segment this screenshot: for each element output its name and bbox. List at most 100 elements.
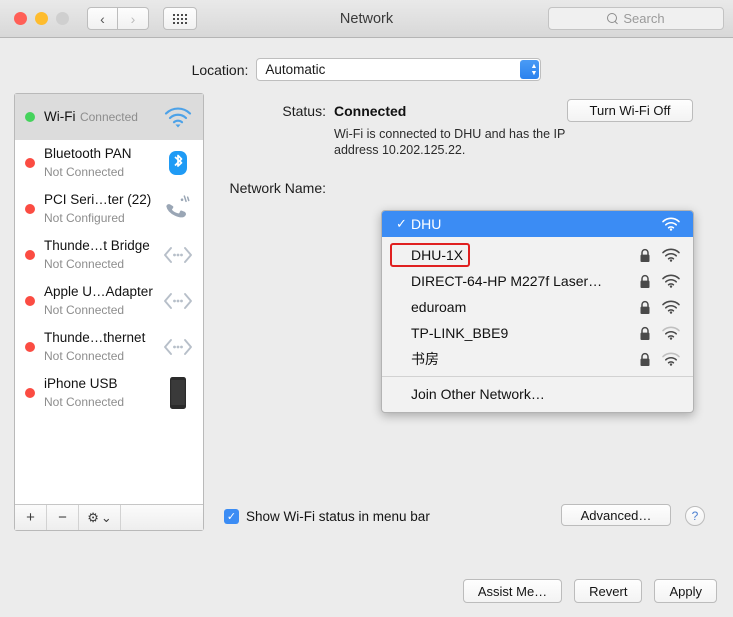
- window-titlebar: ‹ › Network Search: [0, 0, 733, 38]
- zoom-button[interactable]: [56, 12, 69, 25]
- sidebar-item-label: PCI Seri…ter (22): [44, 191, 152, 207]
- services-sidebar: Wi-Fi Connected Bluetooth PAN Not Connec…: [14, 93, 204, 531]
- network-name-dropdown-menu[interactable]: ✓ DHU DHU-1X DIRECT-64-HP M227f Laser… e…: [381, 210, 694, 413]
- iphone-icon: [161, 376, 195, 410]
- menu-item-network[interactable]: TP-LINK_BBE9: [382, 320, 693, 346]
- chevron-down-icon: ⌄: [100, 509, 112, 525]
- modem-phone-icon: [161, 192, 195, 226]
- sidebar-item-bluetooth-pan[interactable]: Bluetooth PAN Not Connected: [15, 140, 203, 186]
- network-preferences-window: ‹ › Network Search Location: Automatic ▲…: [0, 0, 733, 617]
- sidebar-item-label: Apple U…Adapter: [44, 283, 153, 299]
- wifi-signal-icon: [661, 274, 681, 288]
- sidebar-footer-toolbar: + − ⚙ ⌄: [15, 504, 203, 530]
- status-dot-red: [25, 387, 35, 398]
- sidebar-item-label: iPhone USB: [44, 375, 118, 391]
- sidebar-item-apple-usb-adapter[interactable]: Apple U…Adapter Not Connected: [15, 278, 203, 324]
- ethernet-adapter-icon: [161, 284, 195, 318]
- wifi-signal-icon: [661, 300, 681, 314]
- sidebar-item-iphone-usb[interactable]: iPhone USB Not Connected: [15, 370, 203, 416]
- advanced-button[interactable]: Advanced…: [561, 504, 671, 526]
- menu-item-label: eduroam: [411, 299, 467, 315]
- status-dot-red: [25, 203, 35, 214]
- sidebar-item-label: Thunde…t Bridge: [44, 237, 150, 253]
- assist-me-button[interactable]: Assist Me…: [462, 579, 563, 603]
- status-dot-red: [25, 341, 35, 352]
- sidebar-item-state: Not Configured: [44, 210, 125, 225]
- menu-item-join-other-network[interactable]: Join Other Network…: [382, 381, 693, 407]
- lock-icon: [639, 248, 651, 263]
- sidebar-item-pci-serial[interactable]: PCI Seri…ter (22) Not Configured: [15, 186, 203, 232]
- location-row: Location: Automatic ▲ ▼: [0, 58, 733, 81]
- search-input[interactable]: Search: [548, 7, 724, 30]
- back-button[interactable]: ‹: [87, 7, 118, 30]
- wifi-signal-icon: [661, 326, 681, 340]
- traffic-lights: [14, 12, 69, 25]
- thunderbolt-ethernet-icon: [161, 330, 195, 364]
- menu-separator: [382, 376, 693, 377]
- revert-button[interactable]: Revert: [574, 579, 643, 603]
- menu-item-label: DHU: [411, 216, 442, 232]
- sidebar-item-label: Wi-Fi: [44, 108, 76, 124]
- apply-button[interactable]: Apply: [654, 579, 717, 603]
- lock-icon: [639, 326, 651, 341]
- menu-item-label: DHU-1X: [411, 247, 464, 263]
- lock-icon: [639, 352, 651, 367]
- location-stepper-icon[interactable]: ▲ ▼: [520, 60, 540, 79]
- wifi-signal-icon: [661, 352, 681, 366]
- status-dot-red: [25, 249, 35, 260]
- wifi-signal-icon: [661, 248, 681, 262]
- network-name-row: Network Name:: [216, 180, 719, 196]
- service-actions-gear-button[interactable]: ⚙ ⌄: [79, 505, 121, 530]
- close-button[interactable]: [14, 12, 27, 25]
- menu-item-label: Join Other Network…: [411, 386, 545, 402]
- thunderbolt-bridge-icon: [161, 238, 195, 272]
- menu-item-label: TP-LINK_BBE9: [411, 325, 509, 341]
- network-name-label: Network Name:: [229, 180, 326, 196]
- minimize-button[interactable]: [35, 12, 48, 25]
- sidebar-item-state: Not Connected: [44, 164, 125, 179]
- add-service-button[interactable]: +: [15, 505, 47, 530]
- menu-item-network[interactable]: DIRECT-64-HP M227f Laser…: [382, 268, 693, 294]
- show-wifi-status-checkbox[interactable]: ✓ Show Wi-Fi status in menu bar: [224, 509, 430, 524]
- search-placeholder: Search: [623, 11, 665, 26]
- status-value: Connected: [334, 103, 407, 119]
- menu-item-selected-network[interactable]: ✓ DHU: [382, 211, 693, 237]
- sidebar-item-state: Not Connected: [44, 256, 125, 271]
- help-button[interactable]: ?: [685, 506, 705, 526]
- checkbox-label: Show Wi-Fi status in menu bar: [246, 509, 430, 524]
- sidebar-item-state: Not Connected: [44, 302, 125, 317]
- turn-wifi-off-button[interactable]: Turn Wi-Fi Off: [567, 99, 693, 122]
- wifi-icon: [161, 100, 195, 134]
- lock-icon: [639, 300, 651, 315]
- bluetooth-icon: [161, 146, 195, 180]
- checkbox-checked-icon: ✓: [224, 509, 239, 524]
- menu-item-label: DIRECT-64-HP M227f Laser…: [411, 273, 603, 289]
- sidebar-item-label: Bluetooth PAN: [44, 145, 132, 161]
- location-value: Automatic: [265, 62, 326, 77]
- navigation-buttons: ‹ ›: [87, 7, 149, 30]
- forward-button[interactable]: ›: [118, 7, 149, 30]
- grid-icon: [173, 13, 187, 24]
- menu-item-network[interactable]: eduroam: [382, 294, 693, 320]
- wifi-signal-icon: [661, 217, 681, 231]
- sidebar-item-state: Not Connected: [44, 348, 125, 363]
- sidebar-item-label: Thunde…thernet: [44, 329, 146, 345]
- sidebar-item-thunderbolt-bridge[interactable]: Thunde…t Bridge Not Connected: [15, 232, 203, 278]
- sidebar-item-state: Not Connected: [44, 394, 125, 409]
- location-select[interactable]: Automatic ▲ ▼: [256, 58, 542, 81]
- status-dot-green: [25, 111, 35, 122]
- remove-service-button[interactable]: −: [47, 505, 79, 530]
- sidebar-item-thunderbolt-ethernet[interactable]: Thunde…thernet Not Connected: [15, 324, 203, 370]
- status-dot-red: [25, 295, 35, 306]
- services-list: Wi-Fi Connected Bluetooth PAN Not Connec…: [15, 94, 203, 504]
- menu-item-network[interactable]: 书房: [382, 346, 693, 372]
- show-all-grid-icon[interactable]: [163, 7, 197, 30]
- status-dot-red: [25, 157, 35, 168]
- gear-icon: ⚙: [87, 509, 99, 525]
- sidebar-item-wifi[interactable]: Wi-Fi Connected: [15, 94, 203, 140]
- lock-icon: [639, 274, 651, 289]
- menu-item-network[interactable]: DHU-1X: [382, 242, 693, 268]
- status-description: Wi-Fi is connected to DHU and has the IP…: [334, 127, 566, 157]
- location-label: Location:: [191, 61, 249, 78]
- search-icon: [607, 13, 618, 24]
